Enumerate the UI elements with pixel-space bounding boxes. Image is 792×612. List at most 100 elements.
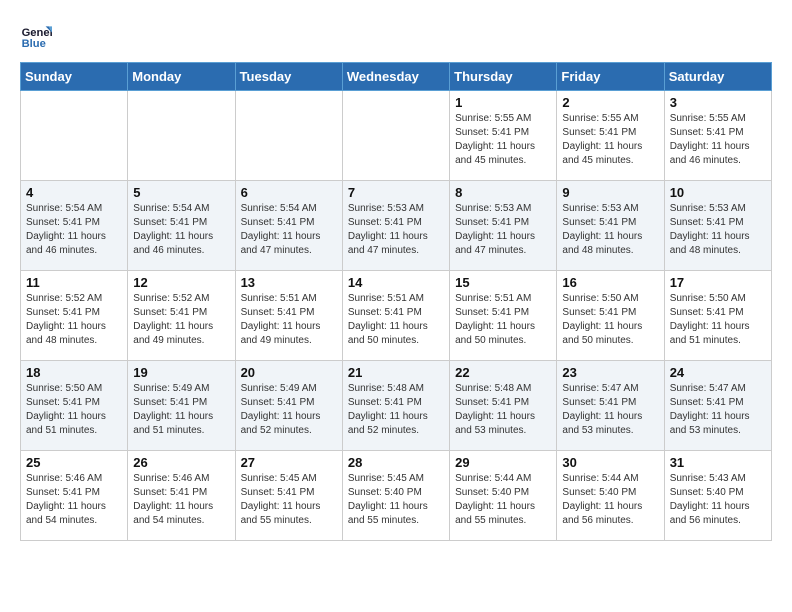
calendar-week-row: 18 Sunrise: 5:50 AM Sunset: 5:41 PM Dayli… [21, 361, 772, 451]
page-header: General Blue [20, 20, 772, 52]
calendar-day-cell: 17Sunrise: 5:50 AM Sunset: 5:41 PM Dayli… [664, 271, 771, 361]
day-info: Sunrise: 5:51 AM Sunset: 5:41 PM Dayligh… [455, 292, 551, 348]
day-number: 27 [241, 455, 337, 470]
calendar-day-cell: 14 Sunrise: 5:51 AM Sunset: 5:41 PM Dayli… [342, 271, 449, 361]
calendar-table: SundayMondayTuesdayWednesdayThursdayFrid… [20, 62, 772, 541]
calendar-day-cell: 29Sunrise: 5:44 AM Sunset: 5:40 PM Dayli… [450, 451, 557, 541]
day-info: Sunrise: 5:46 AM Sunset: 5:41 PM Dayligh… [133, 472, 229, 528]
day-number: 6 [241, 185, 337, 200]
day-number: 2 [562, 95, 658, 110]
calendar-day-cell: 23 Sunrise: 5:47 AM Sunset: 5:41 PM Dayli… [557, 361, 664, 451]
day-info: Sunrise: 5:46 AM Sunset: 5:41 PM Dayligh… [26, 472, 122, 528]
day-number: 21 [348, 365, 444, 380]
day-number: 16 [562, 275, 658, 290]
logo: General Blue [20, 20, 56, 52]
day-of-week-header: Friday [557, 63, 664, 91]
day-info: Sunrise: 5:54 AM Sunset: 5:41 PM Dayligh… [26, 202, 122, 258]
calendar-day-cell: 19Sunrise: 5:49 AM Sunset: 5:41 PM Dayli… [128, 361, 235, 451]
day-number: 14 [348, 275, 444, 290]
day-of-week-header: Monday [128, 63, 235, 91]
calendar-day-cell: 20Sunrise: 5:49 AM Sunset: 5:41 PM Dayli… [235, 361, 342, 451]
day-number: 9 [562, 185, 658, 200]
day-info: Sunrise: 5:50 AM Sunset: 5:41 PM Dayligh… [26, 382, 122, 438]
calendar-day-cell [342, 91, 449, 181]
calendar-day-cell: 8Sunrise: 5:53 AM Sunset: 5:41 PM Daylig… [450, 181, 557, 271]
calendar-day-cell: 12 Sunrise: 5:52 AM Sunset: 5:41 PM Dayli… [128, 271, 235, 361]
calendar-day-cell: 31Sunrise: 5:43 AM Sunset: 5:40 PM Dayli… [664, 451, 771, 541]
calendar-day-cell: 18 Sunrise: 5:50 AM Sunset: 5:41 PM Dayli… [21, 361, 128, 451]
day-info: Sunrise: 5:51 AM Sunset: 5:41 PM Dayligh… [241, 292, 337, 348]
calendar-day-cell: 10Sunrise: 5:53 AM Sunset: 5:41 PM Dayli… [664, 181, 771, 271]
day-info: Sunrise: 5:53 AM Sunset: 5:41 PM Dayligh… [562, 202, 658, 258]
calendar-day-cell [128, 91, 235, 181]
svg-text:Blue: Blue [22, 38, 46, 50]
calendar-day-cell: 27Sunrise: 5:45 AM Sunset: 5:41 PM Dayli… [235, 451, 342, 541]
day-number: 3 [670, 95, 766, 110]
day-info: Sunrise: 5:44 AM Sunset: 5:40 PM Dayligh… [455, 472, 551, 528]
logo-icon: General Blue [20, 20, 52, 52]
day-of-week-header: Wednesday [342, 63, 449, 91]
calendar-day-cell: 9 Sunrise: 5:53 AM Sunset: 5:41 PM Daylig… [557, 181, 664, 271]
day-of-week-header: Thursday [450, 63, 557, 91]
day-info: Sunrise: 5:47 AM Sunset: 5:41 PM Dayligh… [562, 382, 658, 438]
day-info: Sunrise: 5:48 AM Sunset: 5:41 PM Dayligh… [455, 382, 551, 438]
day-info: Sunrise: 5:52 AM Sunset: 5:41 PM Dayligh… [26, 292, 122, 348]
day-of-week-header: Sunday [21, 63, 128, 91]
day-number: 7 [348, 185, 444, 200]
day-number: 22 [455, 365, 551, 380]
calendar-day-cell: 16 Sunrise: 5:50 AM Sunset: 5:41 PM Dayli… [557, 271, 664, 361]
calendar-day-cell: 21 Sunrise: 5:48 AM Sunset: 5:41 PM Dayli… [342, 361, 449, 451]
day-info: Sunrise: 5:45 AM Sunset: 5:40 PM Dayligh… [348, 472, 444, 528]
calendar-day-cell: 28 Sunrise: 5:45 AM Sunset: 5:40 PM Dayli… [342, 451, 449, 541]
day-number: 12 [133, 275, 229, 290]
day-number: 18 [26, 365, 122, 380]
calendar-day-cell: 5 Sunrise: 5:54 AM Sunset: 5:41 PM Daylig… [128, 181, 235, 271]
day-info: Sunrise: 5:54 AM Sunset: 5:41 PM Dayligh… [241, 202, 337, 258]
day-info: Sunrise: 5:53 AM Sunset: 5:41 PM Dayligh… [455, 202, 551, 258]
day-info: Sunrise: 5:51 AM Sunset: 5:41 PM Dayligh… [348, 292, 444, 348]
day-info: Sunrise: 5:53 AM Sunset: 5:41 PM Dayligh… [670, 202, 766, 258]
day-number: 30 [562, 455, 658, 470]
day-number: 23 [562, 365, 658, 380]
day-info: Sunrise: 5:50 AM Sunset: 5:41 PM Dayligh… [562, 292, 658, 348]
calendar-week-row: 4 Sunrise: 5:54 AM Sunset: 5:41 PM Daylig… [21, 181, 772, 271]
day-number: 15 [455, 275, 551, 290]
calendar-week-row: 1Sunrise: 5:55 AM Sunset: 5:41 PM Daylig… [21, 91, 772, 181]
calendar-day-cell: 26 Sunrise: 5:46 AM Sunset: 5:41 PM Dayli… [128, 451, 235, 541]
calendar-day-cell: 1Sunrise: 5:55 AM Sunset: 5:41 PM Daylig… [450, 91, 557, 181]
day-number: 28 [348, 455, 444, 470]
day-number: 13 [241, 275, 337, 290]
calendar-day-cell: 25 Sunrise: 5:46 AM Sunset: 5:41 PM Dayli… [21, 451, 128, 541]
day-info: Sunrise: 5:48 AM Sunset: 5:41 PM Dayligh… [348, 382, 444, 438]
calendar-day-cell: 13 Sunrise: 5:51 AM Sunset: 5:41 PM Dayli… [235, 271, 342, 361]
calendar-day-cell: 11 Sunrise: 5:52 AM Sunset: 5:41 PM Dayli… [21, 271, 128, 361]
day-info: Sunrise: 5:43 AM Sunset: 5:40 PM Dayligh… [670, 472, 766, 528]
day-number: 24 [670, 365, 766, 380]
day-info: Sunrise: 5:55 AM Sunset: 5:41 PM Dayligh… [455, 112, 551, 168]
calendar-day-cell: 15 Sunrise: 5:51 AM Sunset: 5:41 PM Dayli… [450, 271, 557, 361]
day-number: 4 [26, 185, 122, 200]
calendar-day-cell: 7 Sunrise: 5:53 AM Sunset: 5:41 PM Daylig… [342, 181, 449, 271]
day-number: 25 [26, 455, 122, 470]
calendar-day-cell [235, 91, 342, 181]
day-of-week-header: Tuesday [235, 63, 342, 91]
calendar-day-cell: 22 Sunrise: 5:48 AM Sunset: 5:41 PM Dayli… [450, 361, 557, 451]
day-info: Sunrise: 5:55 AM Sunset: 5:41 PM Dayligh… [670, 112, 766, 168]
calendar-day-cell: 30Sunrise: 5:44 AM Sunset: 5:40 PM Dayli… [557, 451, 664, 541]
day-info: Sunrise: 5:53 AM Sunset: 5:41 PM Dayligh… [348, 202, 444, 258]
day-info: Sunrise: 5:47 AM Sunset: 5:41 PM Dayligh… [670, 382, 766, 438]
day-info: Sunrise: 5:52 AM Sunset: 5:41 PM Dayligh… [133, 292, 229, 348]
day-number: 11 [26, 275, 122, 290]
calendar-week-row: 11 Sunrise: 5:52 AM Sunset: 5:41 PM Dayli… [21, 271, 772, 361]
day-info: Sunrise: 5:55 AM Sunset: 5:41 PM Dayligh… [562, 112, 658, 168]
day-info: Sunrise: 5:50 AM Sunset: 5:41 PM Dayligh… [670, 292, 766, 348]
day-number: 20 [241, 365, 337, 380]
calendar-header-row: SundayMondayTuesdayWednesdayThursdayFrid… [21, 63, 772, 91]
calendar-day-cell: 4 Sunrise: 5:54 AM Sunset: 5:41 PM Daylig… [21, 181, 128, 271]
calendar-day-cell: 3 Sunrise: 5:55 AM Sunset: 5:41 PM Daylig… [664, 91, 771, 181]
day-number: 5 [133, 185, 229, 200]
day-number: 26 [133, 455, 229, 470]
day-info: Sunrise: 5:54 AM Sunset: 5:41 PM Dayligh… [133, 202, 229, 258]
calendar-day-cell: 6 Sunrise: 5:54 AM Sunset: 5:41 PM Daylig… [235, 181, 342, 271]
calendar-day-cell: 2 Sunrise: 5:55 AM Sunset: 5:41 PM Daylig… [557, 91, 664, 181]
